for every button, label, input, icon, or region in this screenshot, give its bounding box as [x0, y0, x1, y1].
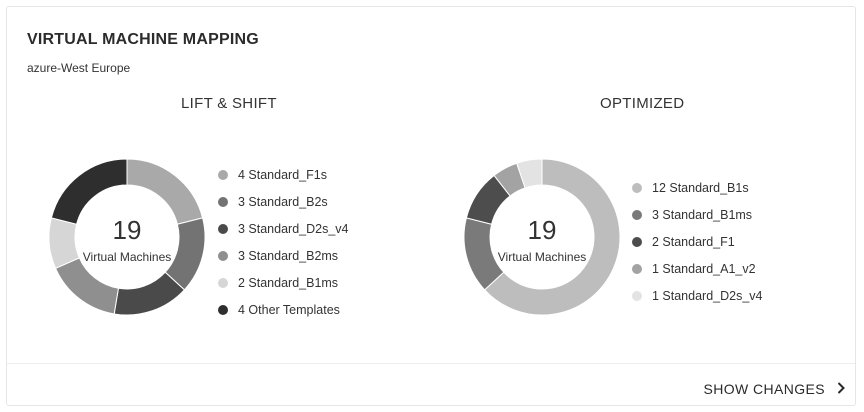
lift-shift-legend: 4 Standard_F1s 3 Standard_B2s 3 Standard_D… [218, 161, 349, 323]
optimized-legend-label: 12 Standard_B1s [652, 180, 749, 195]
lift-shift-slice [54, 257, 120, 315]
optimized-legend-item: 1 Standard_A1_v2 [632, 255, 763, 282]
optimized-vm-label: Virtual Machines [497, 250, 587, 264]
optimized-heading: OPTIMIZED [600, 95, 685, 112]
lift-shift-legend-label: 4 Other Templates [238, 302, 340, 317]
optimized-legend-swatch [632, 236, 642, 247]
lift-shift-legend-item: 4 Standard_F1s [218, 161, 349, 188]
optimized-legend-swatch [632, 209, 642, 220]
lift-shift-legend-label: 3 Standard_D2s_v4 [238, 221, 349, 236]
optimized-legend: 12 Standard_B1s 3 Standard_B1ms 2 Standard… [632, 174, 763, 309]
lift-shift-legend-label: 2 Standard_B1ms [238, 275, 339, 290]
lift-shift-legend-swatch [218, 223, 228, 234]
optimized-legend-swatch [632, 290, 642, 301]
card-title: VIRTUAL MACHINE MAPPING [27, 31, 259, 48]
optimized-legend-swatch [632, 182, 642, 193]
optimized-legend-item: 12 Standard_B1s [632, 174, 763, 201]
lift-shift-legend-swatch [218, 196, 228, 207]
lift-shift-heading: LIFT & SHIFT [181, 95, 277, 112]
lift-shift-legend-item: 3 Standard_D2s_v4 [218, 215, 349, 242]
optimized-legend-label: 1 Standard_A1_v2 [652, 261, 756, 276]
optimized-legend-item: 2 Standard_F1 [632, 228, 763, 255]
optimized-legend-label: 3 Standard_B1ms [652, 207, 753, 222]
optimized-vm-count: 19 [527, 215, 557, 245]
card-subtitle: azure-West Europe [27, 61, 131, 75]
lift-shift-legend-item: 3 Standard_B2s [218, 188, 349, 215]
show-changes-button[interactable]: SHOW CHANGES [704, 381, 845, 397]
lift-shift-legend-label: 3 Standard_B2s [238, 194, 328, 209]
lift-shift-legend-swatch [218, 250, 228, 261]
optimized-legend-item: 3 Standard_B1ms [632, 201, 763, 228]
lift-shift-legend-label: 4 Standard_F1s [238, 167, 327, 182]
lift-shift-donut: 19 Virtual Machines [48, 158, 206, 316]
lift-shift-legend-item: 3 Standard_B2ms [218, 242, 349, 269]
lift-shift-legend-item: 2 Standard_B1ms [218, 269, 349, 296]
lift-shift-legend-swatch [218, 169, 228, 180]
optimized-legend-item: 1 Standard_D2s_v4 [632, 282, 763, 309]
optimized-legend-swatch [632, 263, 642, 274]
show-changes-label: SHOW CHANGES [703, 381, 825, 397]
optimized-legend-label: 1 Standard_D2s_v4 [652, 288, 763, 303]
chevron-right-icon [837, 381, 845, 397]
vm-mapping-card: VIRTUAL MACHINE MAPPING azure-West Europ… [6, 6, 856, 406]
lift-shift-legend-swatch [218, 277, 228, 288]
lift-shift-vm-label: Virtual Machines [82, 250, 172, 264]
lift-shift-legend-swatch [218, 304, 228, 315]
lift-shift-legend-label: 3 Standard_B2ms [238, 248, 339, 263]
lift-shift-legend-item: 4 Other Templates [218, 296, 349, 323]
optimized-donut: 19 Virtual Machines [463, 158, 621, 316]
optimized-legend-label: 2 Standard_F1 [652, 234, 735, 249]
footer-divider [7, 363, 855, 364]
lift-shift-vm-count: 19 [112, 215, 142, 245]
